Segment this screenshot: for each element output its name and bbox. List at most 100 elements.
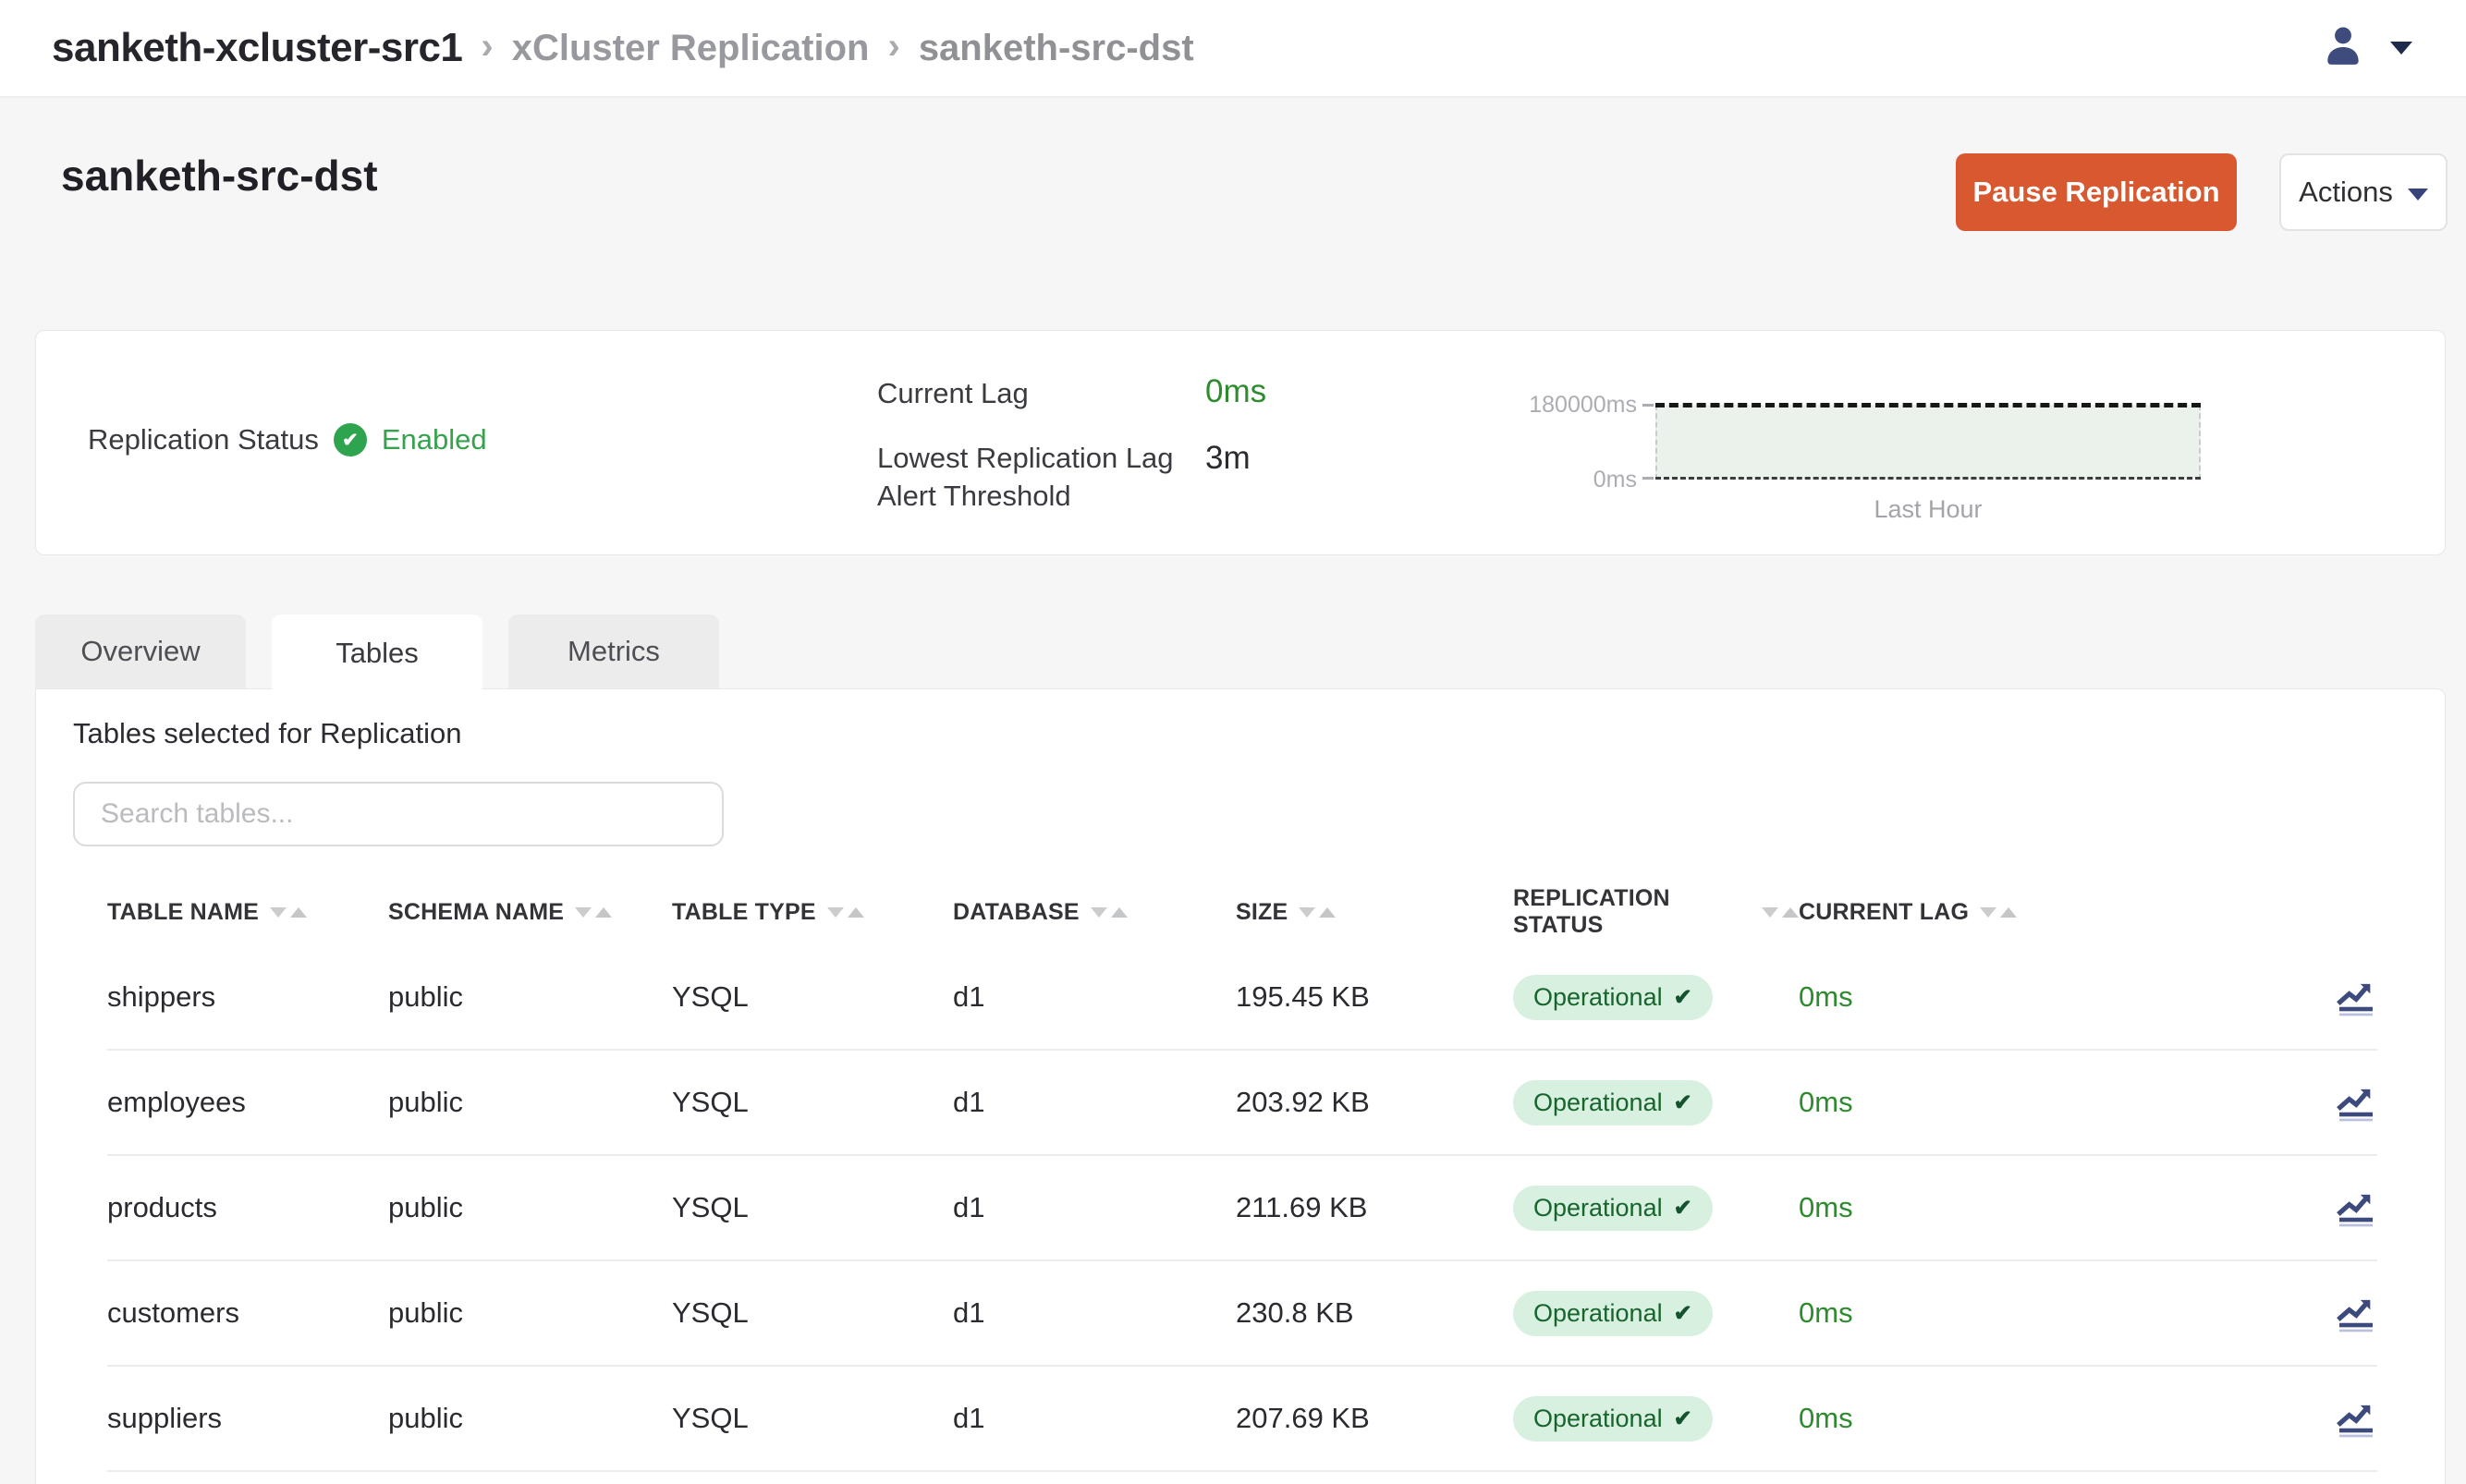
view-lag-graph-button[interactable] [2335, 1397, 2377, 1440]
user-avatar-icon [2316, 19, 2370, 78]
cell-database: d1 [953, 1402, 1236, 1435]
check-icon: ✔ [1674, 984, 1692, 1011]
column-label: TABLE NAME [107, 899, 259, 926]
column-header-table-type[interactable]: TABLE TYPE [672, 899, 953, 926]
column-header-table-name[interactable]: TABLE NAME [107, 899, 388, 926]
view-lag-graph-button[interactable] [2335, 1292, 2377, 1334]
lag-chart-tick [1642, 477, 1654, 480]
tab-overview[interactable]: Overview [35, 614, 246, 688]
status-badge: Operational ✔ [1513, 1080, 1713, 1125]
check-icon: ✔ [1674, 1195, 1692, 1222]
column-label: SIZE [1236, 899, 1288, 926]
search-tables-input[interactable] [73, 782, 724, 846]
view-lag-graph-button[interactable] [2335, 976, 2377, 1018]
cell-database: d1 [953, 1296, 1236, 1330]
status-badge: Operational ✔ [1513, 1396, 1713, 1441]
check-icon: ✔ [1674, 1089, 1692, 1116]
cell-current-lag: 0ms [1799, 1086, 2294, 1119]
table-header-row: TABLE NAME SCHEMA NAME TABLE TYPE DATABA… [107, 879, 2377, 945]
line-chart-icon [2335, 1397, 2377, 1440]
lag-chart-tick [1642, 404, 1654, 407]
cell-table-type: YSQL [672, 980, 953, 1014]
column-header-schema-name[interactable]: SCHEMA NAME [388, 899, 672, 926]
cell-current-lag: 0ms [1799, 1296, 2294, 1330]
line-chart-icon [2335, 1186, 2377, 1229]
sort-icon[interactable] [1299, 907, 1336, 918]
status-badge-label: Operational [1533, 1405, 1663, 1433]
cell-database: d1 [953, 980, 1236, 1014]
line-chart-icon [2335, 1292, 2377, 1334]
view-lag-graph-button[interactable] [2335, 1081, 2377, 1124]
column-label: REPLICATION STATUS [1513, 885, 1751, 939]
lag-threshold-line [1655, 403, 2201, 407]
cell-table-name: shippers [107, 980, 388, 1014]
table-row: products public YSQL d1 211.69 KB Operat… [107, 1156, 2377, 1261]
check-icon: ✔ [1674, 1405, 1692, 1432]
alert-threshold-label-line2: Alert Threshold [877, 480, 1071, 512]
sort-icon[interactable] [1091, 907, 1128, 918]
cell-table-name: employees [107, 1086, 388, 1119]
status-badge-label: Operational [1533, 1194, 1663, 1222]
chevron-right-icon: › [887, 26, 899, 67]
view-lag-graph-button[interactable] [2335, 1186, 2377, 1229]
breadcrumb-xcluster-link[interactable]: xCluster Replication [512, 28, 870, 69]
breadcrumb-universe-link[interactable]: sanketh-xcluster-src1 [52, 25, 462, 71]
column-header-database[interactable]: DATABASE [953, 899, 1236, 926]
check-icon: ✔ [1674, 1300, 1692, 1327]
status-badge-label: Operational [1533, 983, 1663, 1012]
status-badge: Operational ✔ [1513, 1291, 1713, 1336]
chevron-down-icon [2408, 189, 2428, 201]
cell-schema-name: public [388, 980, 672, 1014]
line-chart-icon [2335, 1081, 2377, 1124]
current-lag-label: Current Lag [877, 377, 1029, 410]
column-header-current-lag[interactable]: CURRENT LAG [1799, 899, 2294, 926]
sort-icon[interactable] [1762, 907, 1799, 918]
status-badge: Operational ✔ [1513, 975, 1713, 1020]
table-row: customers public YSQL d1 230.8 KB Operat… [107, 1261, 2377, 1367]
cell-database: d1 [953, 1086, 1236, 1119]
alert-threshold-label: Lowest Replication Lag Alert Threshold [877, 439, 1174, 515]
page-title: sanketh-src-dst [61, 151, 378, 201]
sort-icon[interactable] [1980, 907, 2017, 918]
sort-icon[interactable] [575, 907, 612, 918]
column-label: SCHEMA NAME [388, 899, 564, 926]
column-label: TABLE TYPE [672, 899, 816, 926]
cell-table-type: YSQL [672, 1191, 953, 1224]
column-label: DATABASE [953, 899, 1080, 926]
lag-chart-ymin-label: 0ms [1437, 467, 1637, 493]
top-bar: sanketh-xcluster-src1 › xCluster Replica… [0, 0, 2466, 98]
column-header-replication-status[interactable]: REPLICATION STATUS [1513, 885, 1799, 939]
tab-tables[interactable]: Tables [272, 614, 482, 691]
cell-size: 211.69 KB [1236, 1191, 1513, 1224]
status-badge-label: Operational [1533, 1299, 1663, 1328]
column-header-size[interactable]: SIZE [1236, 899, 1513, 926]
line-chart-icon [2335, 976, 2377, 1018]
lag-chart-ymax-label: 180000ms [1437, 392, 1637, 419]
cell-size: 195.45 KB [1236, 980, 1513, 1014]
cell-current-lag: 0ms [1799, 980, 2294, 1014]
alert-threshold-label-line1: Lowest Replication Lag [877, 442, 1174, 474]
sort-icon[interactable] [270, 907, 307, 918]
breadcrumb: sanketh-xcluster-src1 › xCluster Replica… [52, 25, 1194, 71]
cell-table-type: YSQL [672, 1402, 953, 1435]
column-label: CURRENT LAG [1799, 899, 1969, 926]
replication-tables-table: TABLE NAME SCHEMA NAME TABLE TYPE DATABA… [107, 879, 2377, 1472]
status-badge-label: Operational [1533, 1089, 1663, 1117]
cell-schema-name: public [388, 1086, 672, 1119]
tab-metrics[interactable]: Metrics [508, 614, 719, 688]
panel-heading: Tables selected for Replication [73, 717, 461, 750]
chevron-down-icon [2390, 42, 2412, 55]
current-lag-value: 0ms [1205, 373, 1266, 410]
actions-button-label: Actions [2299, 176, 2393, 209]
cell-schema-name: public [388, 1191, 672, 1224]
sort-icon[interactable] [827, 907, 864, 918]
actions-dropdown-button[interactable]: Actions [2279, 153, 2448, 231]
cell-current-lag: 0ms [1799, 1402, 2294, 1435]
cell-database: d1 [953, 1191, 1236, 1224]
header-actions: Pause Replication Actions [1956, 153, 2448, 231]
pause-replication-button[interactable]: Pause Replication [1956, 153, 2237, 231]
cell-table-type: YSQL [672, 1296, 953, 1330]
cell-size: 230.8 KB [1236, 1296, 1513, 1330]
user-menu-button[interactable] [2316, 19, 2412, 78]
cell-size: 207.69 KB [1236, 1402, 1513, 1435]
